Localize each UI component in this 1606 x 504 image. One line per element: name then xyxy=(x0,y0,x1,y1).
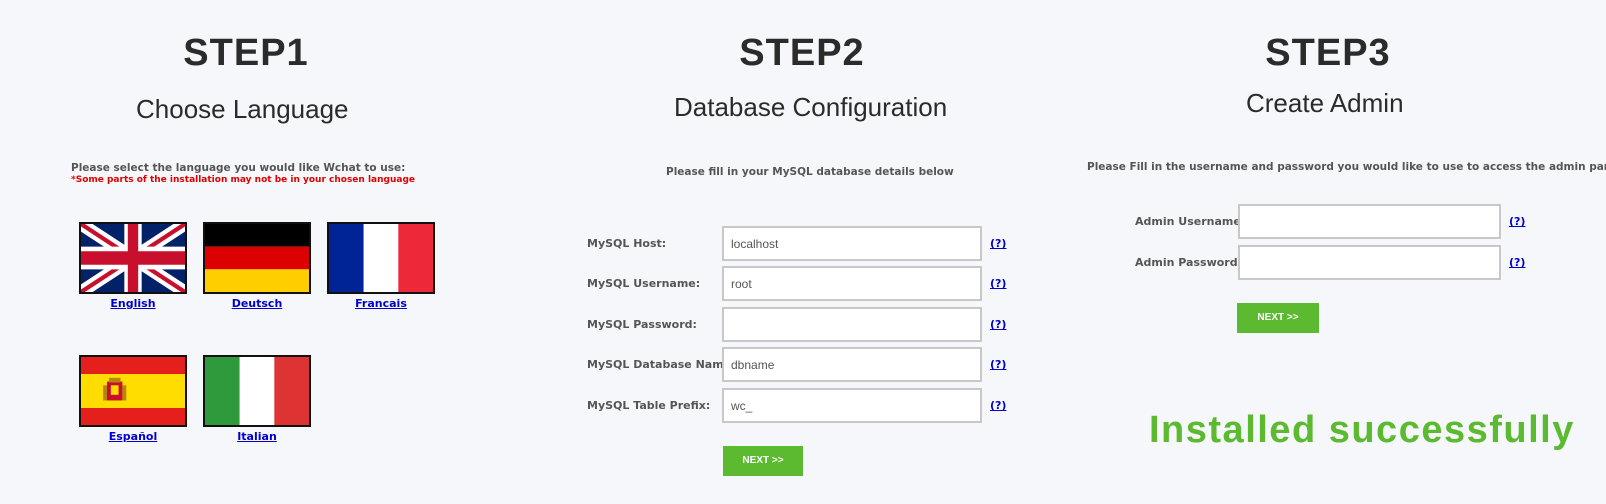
admin-username-label: Admin Username: xyxy=(1135,215,1246,228)
step3-subtitle: Create Admin xyxy=(1246,88,1404,118)
language-link-espanol[interactable]: Español xyxy=(79,430,187,443)
step1-instruction: Please select the language you would lik… xyxy=(71,162,406,174)
step3-next-button[interactable]: NEXT >> xyxy=(1237,303,1319,333)
language-link-francais[interactable]: Francais xyxy=(327,297,435,310)
step2-next-button[interactable]: NEXT >> xyxy=(723,446,803,476)
installed-success-message: Installed successfully xyxy=(1149,409,1575,451)
language-link-italian[interactable]: Italian xyxy=(203,430,311,443)
spain-flag-icon[interactable] xyxy=(79,355,187,427)
admin-password-input[interactable] xyxy=(1238,245,1501,280)
mysql-table-prefix-label: MySQL Table Prefix: xyxy=(587,399,711,412)
mysql-host-help-link[interactable]: (?) xyxy=(990,237,1006,250)
germany-flag-icon[interactable] xyxy=(203,222,311,294)
france-flag-icon[interactable] xyxy=(327,222,435,294)
language-link-english[interactable]: English xyxy=(79,297,187,310)
step1-warning: *Some parts of the installation may not … xyxy=(71,175,415,185)
mysql-host-label: MySQL Host: xyxy=(587,237,667,250)
mysql-password-label: MySQL Password: xyxy=(587,318,697,331)
mysql-host-input[interactable] xyxy=(722,226,982,261)
mysql-table-prefix-help-link[interactable]: (?) xyxy=(990,399,1006,412)
admin-username-input[interactable] xyxy=(1238,204,1501,239)
mysql-database-name-input[interactable] xyxy=(722,347,982,382)
admin-username-help-link[interactable]: (?) xyxy=(1509,215,1525,228)
mysql-password-input[interactable] xyxy=(722,307,982,342)
mysql-username-help-link[interactable]: (?) xyxy=(990,277,1006,290)
mysql-table-prefix-input[interactable] xyxy=(722,388,982,423)
uk-flag-icon[interactable] xyxy=(79,222,187,294)
italy-flag-icon[interactable] xyxy=(203,355,311,427)
step2-instruction: Please fill in your MySQL database detai… xyxy=(666,166,954,178)
mysql-database-name-label: MySQL Database Name: xyxy=(587,358,736,371)
step2-title: STEP2 xyxy=(739,32,865,74)
step2-subtitle: Database Configuration xyxy=(674,92,948,122)
step3-title: STEP3 xyxy=(1265,32,1391,74)
mysql-username-input[interactable] xyxy=(722,266,982,301)
mysql-password-help-link[interactable]: (?) xyxy=(990,318,1006,331)
mysql-username-label: MySQL Username: xyxy=(587,277,701,290)
step3-instruction: Please Fill in the username and password… xyxy=(1087,161,1606,173)
language-link-deutsch[interactable]: Deutsch xyxy=(203,297,311,310)
admin-password-help-link[interactable]: (?) xyxy=(1509,256,1525,269)
step1-title: STEP1 xyxy=(183,32,309,74)
step1-subtitle: Choose Language xyxy=(136,94,349,124)
mysql-database-name-help-link[interactable]: (?) xyxy=(990,358,1006,371)
admin-password-label: Admin Password: xyxy=(1135,256,1242,269)
